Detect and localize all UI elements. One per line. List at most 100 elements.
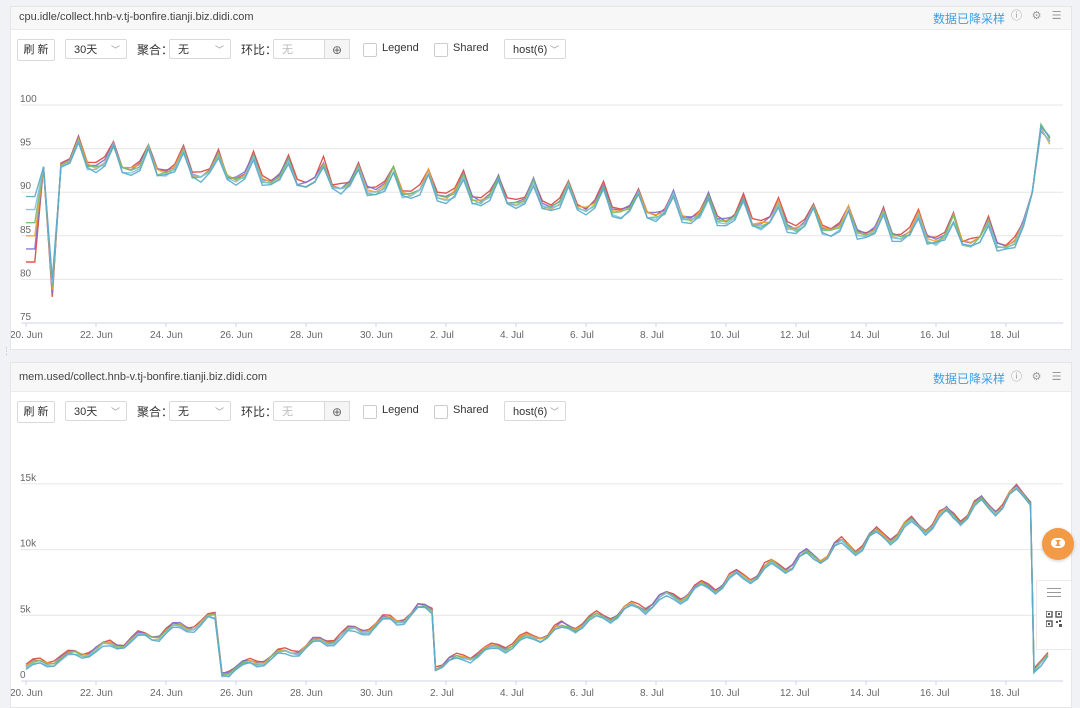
x-tick-label: 28. Jun [290,330,323,341]
x-tick-label: 10. Jul [710,688,739,699]
host-value: host(6) [513,44,548,56]
x-tick-label: 6. Jul [570,688,594,699]
menu-icon[interactable] [1047,588,1061,600]
x-tick-label: 2. Jul [430,688,454,699]
aggregate-select[interactable]: 无 ﹀ [169,401,231,421]
x-tick-label: 4. Jul [500,330,524,341]
mem-chart-svg[interactable]: 15k 10k 5k 0 20. Jun 22. Jun 24. Jun 26. Jun 28.… [11,431,1073,701]
x-tick-label: 14. Jul [850,688,879,699]
x-tick-label: 10. Jul [710,330,739,341]
panel-header: mem.used/collect.hnb-v.tj-bonfire.tianji… [11,363,1071,392]
info-icon[interactable]: ⓘ [1010,10,1023,23]
x-tick-label: 26. Jun [220,330,253,341]
host-select[interactable]: host(6) ﹀ [504,401,566,421]
mem-series-line[interactable] [25,487,1049,678]
x-tick-label: 18. Jul [990,688,1019,699]
x-tick-label: 22. Jun [80,330,113,341]
qr-code-icon[interactable] [1046,611,1062,627]
cpu-chart-svg[interactable]: 100 95 90 85 80 75 20. Jun 22. Jun 24. Jun 26. Ju… [11,69,1073,351]
shared-label: Shared [453,42,489,54]
shared-checkbox[interactable] [434,405,448,419]
compare-input[interactable]: 无 [273,39,325,59]
y-tick-label: 85 [20,225,32,236]
gear-icon[interactable]: ⚙ [1030,371,1043,384]
panel-toolbar: 刷 新 30天 ﹀ 聚合： 无 ﹀ 环比： 无 ⊕ Legend Shared … [17,39,1071,63]
x-tick-label: 14. Jul [850,330,879,341]
plus-circle-icon[interactable]: ⊕ [324,401,350,421]
x-tick-label: 12. Jul [780,330,809,341]
legend-checkbox[interactable] [363,405,377,419]
chevron-down-icon: ﹀ [110,407,120,417]
x-tick-label: 28. Jun [290,688,323,699]
mem-series-line[interactable] [25,487,1049,677]
y-tick-label: 0 [20,670,26,681]
mem-series-line[interactable] [25,484,1049,674]
y-tick-label: 90 [20,181,32,192]
legend-checkbox[interactable] [363,43,377,57]
mem-series-line[interactable] [25,483,1049,675]
downsample-notice[interactable]: 数据已降采样 [933,370,1005,387]
host-select[interactable]: host(6) ﹀ [504,39,566,59]
panel-toolbar: 刷 新 30天 ﹀ 聚合： 无 ﹀ 环比： 无 ⊕ Legend Shared … [17,401,1071,425]
refresh-button[interactable]: 刷 新 [17,401,55,423]
x-tick-label: 22. Jun [80,688,113,699]
bubble-eye-left [1051,540,1057,546]
y-tick-label: 5k [20,604,32,615]
gridlines [21,483,1063,682]
y-tick-label: 15k [20,473,37,484]
aggregate-label: 聚合： [137,43,174,57]
x-tick-label: 12. Jul [780,688,809,699]
time-range-value: 30天 [74,406,98,418]
x-tick-label: 20. Jun [11,688,43,699]
drag-handle[interactable]: ⋮ [2,346,11,357]
cpu-idle-panel: cpu.idle/collect.hnb-v.tj-bonfire.tianji… [10,6,1072,350]
floating-toolbar [1036,580,1072,650]
shared-label: Shared [453,404,489,416]
gridlines [21,104,1063,324]
shared-checkbox[interactable] [434,43,448,57]
cpu-series-line[interactable] [26,123,1051,297]
compare-label: 环比： [241,405,278,419]
legend-label: Legend [382,42,419,54]
mem-series-line[interactable] [25,486,1049,676]
cpu-chart[interactable]: 100 95 90 85 80 75 20. Jun 22. Jun 24. Jun 26. Ju… [11,69,1073,351]
x-tick-label: 2. Jul [430,330,454,341]
x-tick-label: 24. Jun [150,330,183,341]
x-tick-label: 26. Jun [220,688,253,699]
x-tick-label: 4. Jul [500,688,524,699]
menu-icon[interactable]: ☰ [1050,371,1063,384]
mem-series-line[interactable] [25,486,1049,678]
chevron-down-icon: ﹀ [549,45,559,55]
host-value: host(6) [513,406,548,418]
x-tick-label: 24. Jun [150,688,183,699]
refresh-button[interactable]: 刷 新 [17,39,55,61]
x-tick-label: 20. Jun [11,330,43,341]
chevron-down-icon: ﹀ [214,407,224,417]
chevron-down-icon: ﹀ [549,407,559,417]
cpu-series-line[interactable] [26,124,1051,280]
panel-title: cpu.idle/collect.hnb-v.tj-bonfire.tianji… [19,11,254,23]
compare-input[interactable]: 无 [273,401,325,421]
aggregate-select[interactable]: 无 ﹀ [169,39,231,59]
y-tick-label: 95 [20,138,32,149]
panel-title: mem.used/collect.hnb-v.tj-bonfire.tianji… [19,371,268,383]
x-tick-label: 30. Jun [360,688,393,699]
y-tick-label: 100 [20,94,37,105]
mem-chart[interactable]: 15k 10k 5k 0 20. Jun 22. Jun 24. Jun 26. Jun 28.… [11,431,1073,701]
downsample-notice[interactable]: 数据已降采样 [933,10,1005,27]
y-tick-label: 75 [20,312,32,323]
menu-icon[interactable]: ☰ [1050,10,1063,23]
time-range-select[interactable]: 30天 ﹀ [65,39,127,59]
aggregate-label: 聚合： [137,405,174,419]
chat-bubble-icon[interactable] [1042,528,1074,560]
x-tick-label: 16. Jul [920,688,949,699]
panel-header: cpu.idle/collect.hnb-v.tj-bonfire.tianji… [11,7,1071,30]
time-range-value: 30天 [74,44,98,56]
x-tick-label: 6. Jul [570,330,594,341]
aggregate-value: 无 [178,44,189,56]
gear-icon[interactable]: ⚙ [1030,10,1043,23]
cpu-series-line[interactable] [26,125,1051,290]
info-icon[interactable]: ⓘ [1010,371,1023,384]
time-range-select[interactable]: 30天 ﹀ [65,401,127,421]
plus-circle-icon[interactable]: ⊕ [324,39,350,59]
